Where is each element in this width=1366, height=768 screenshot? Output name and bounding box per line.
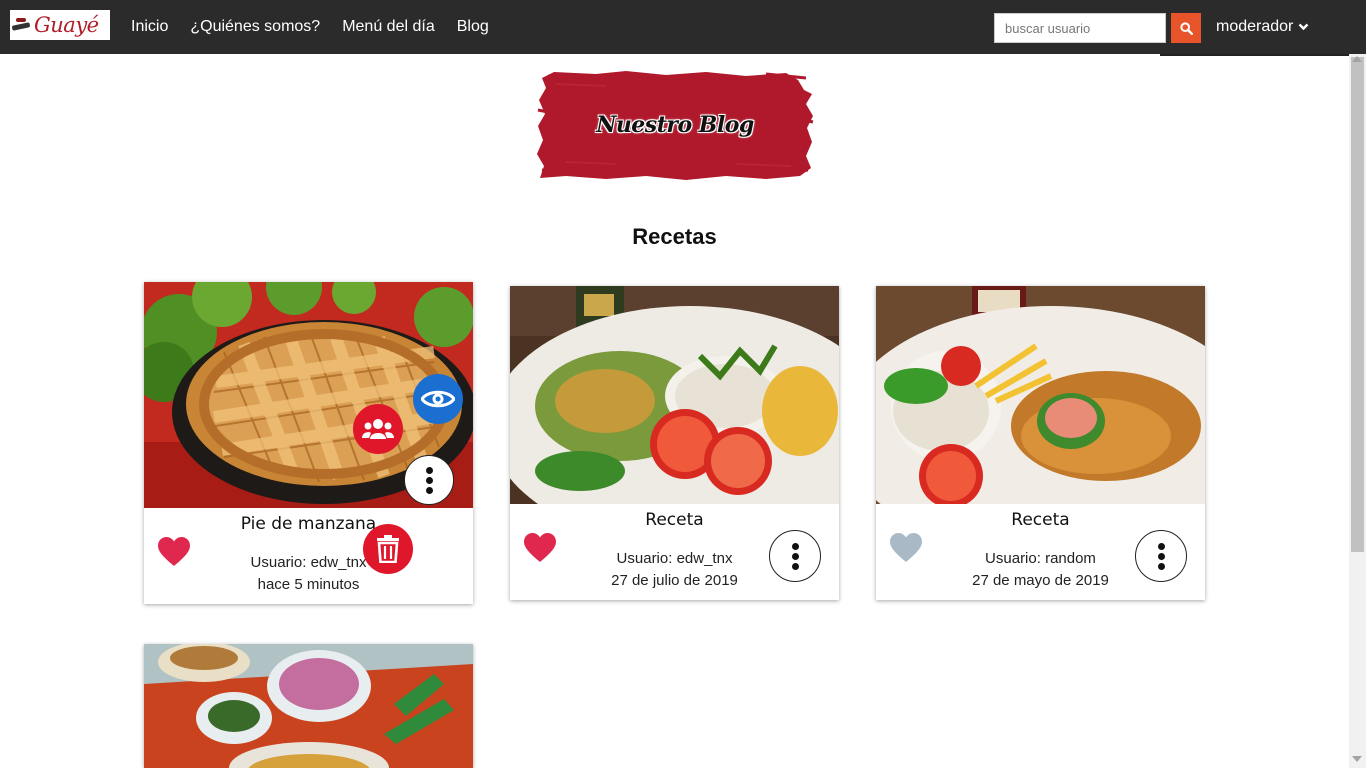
brand-logo-text: Guayé bbox=[34, 13, 99, 37]
nav-link-quienes-somos[interactable]: ¿Quiénes somos? bbox=[179, 18, 331, 36]
search-icon bbox=[1179, 21, 1193, 35]
card-meta: Usuario: edw_tnx hace 5 minutos bbox=[144, 552, 473, 596]
more-vert-icon-dot bbox=[1157, 552, 1165, 560]
section-title: Recetas bbox=[632, 224, 717, 249]
nav-links: Inicio ¿Quiénes somos? Menú del día Blog bbox=[120, 0, 500, 54]
more-options-button[interactable] bbox=[404, 455, 454, 505]
recipe-card[interactable] bbox=[144, 644, 473, 768]
dish-photo-rice-tomato[interactable] bbox=[510, 286, 839, 504]
card-title: Receta bbox=[1011, 510, 1070, 530]
view-icon bbox=[421, 390, 455, 408]
dish-photo-fried-fish[interactable] bbox=[876, 286, 1205, 504]
search-button[interactable] bbox=[1171, 13, 1201, 43]
more-options-button[interactable] bbox=[769, 530, 821, 582]
chevron-down-icon bbox=[1299, 23, 1309, 31]
delete-button[interactable] bbox=[363, 524, 413, 574]
blog-banner: Nuestro Blog bbox=[536, 70, 814, 180]
recipe-card[interactable]: Receta Usuario: edw_tnx 27 de julio de 2… bbox=[510, 286, 839, 600]
more-vert-icon-dot bbox=[1157, 562, 1165, 570]
more-vert-icon-dot bbox=[1157, 542, 1165, 550]
user-menu-dropdown[interactable]: moderador bbox=[1216, 0, 1309, 54]
top-navbar: Guayé Inicio ¿Quiénes somos? Menú del dí… bbox=[0, 0, 1366, 56]
more-vert-icon-dot bbox=[425, 466, 433, 474]
card-user: Usuario: edw_tnx bbox=[250, 554, 367, 571]
logo-mark-icon bbox=[12, 18, 32, 32]
brand-logo[interactable]: Guayé bbox=[10, 10, 110, 40]
more-vert-icon-dot bbox=[425, 476, 433, 484]
page-scrollbar-thumb[interactable] bbox=[1351, 57, 1364, 552]
more-options-button[interactable] bbox=[1135, 530, 1187, 582]
recipe-card[interactable]: Pie de manzana Usuario: edw_tnx hace 5 m… bbox=[144, 282, 473, 604]
scroll-down-arrow-icon[interactable] bbox=[1352, 756, 1362, 762]
card-date: hace 5 minutos bbox=[257, 576, 360, 593]
more-vert-icon-dot bbox=[791, 562, 799, 570]
share-users-button[interactable] bbox=[353, 404, 403, 454]
more-vert-icon-dot bbox=[791, 552, 799, 560]
trash-icon bbox=[377, 535, 399, 563]
recipe-card[interactable]: Receta Usuario: random 27 de mayo de 201… bbox=[876, 286, 1205, 600]
user-menu-label: moderador bbox=[1216, 18, 1294, 35]
search-user-input[interactable] bbox=[994, 13, 1166, 43]
scroll-up-arrow-icon[interactable] bbox=[1352, 56, 1362, 62]
nav-link-blog[interactable]: Blog bbox=[446, 18, 500, 36]
banner-title: Nuestro Blog bbox=[596, 112, 754, 138]
view-button[interactable] bbox=[413, 374, 463, 424]
more-vert-icon-dot bbox=[425, 486, 433, 494]
soup-photo[interactable] bbox=[144, 644, 473, 768]
card-title: Receta bbox=[645, 510, 704, 530]
nav-link-inicio[interactable]: Inicio bbox=[120, 18, 179, 36]
card-title: Pie de manzana bbox=[240, 514, 377, 534]
more-vert-icon-dot bbox=[791, 542, 799, 550]
users-icon bbox=[362, 419, 394, 439]
nav-link-menu-del-dia[interactable]: Menú del día bbox=[331, 18, 446, 36]
